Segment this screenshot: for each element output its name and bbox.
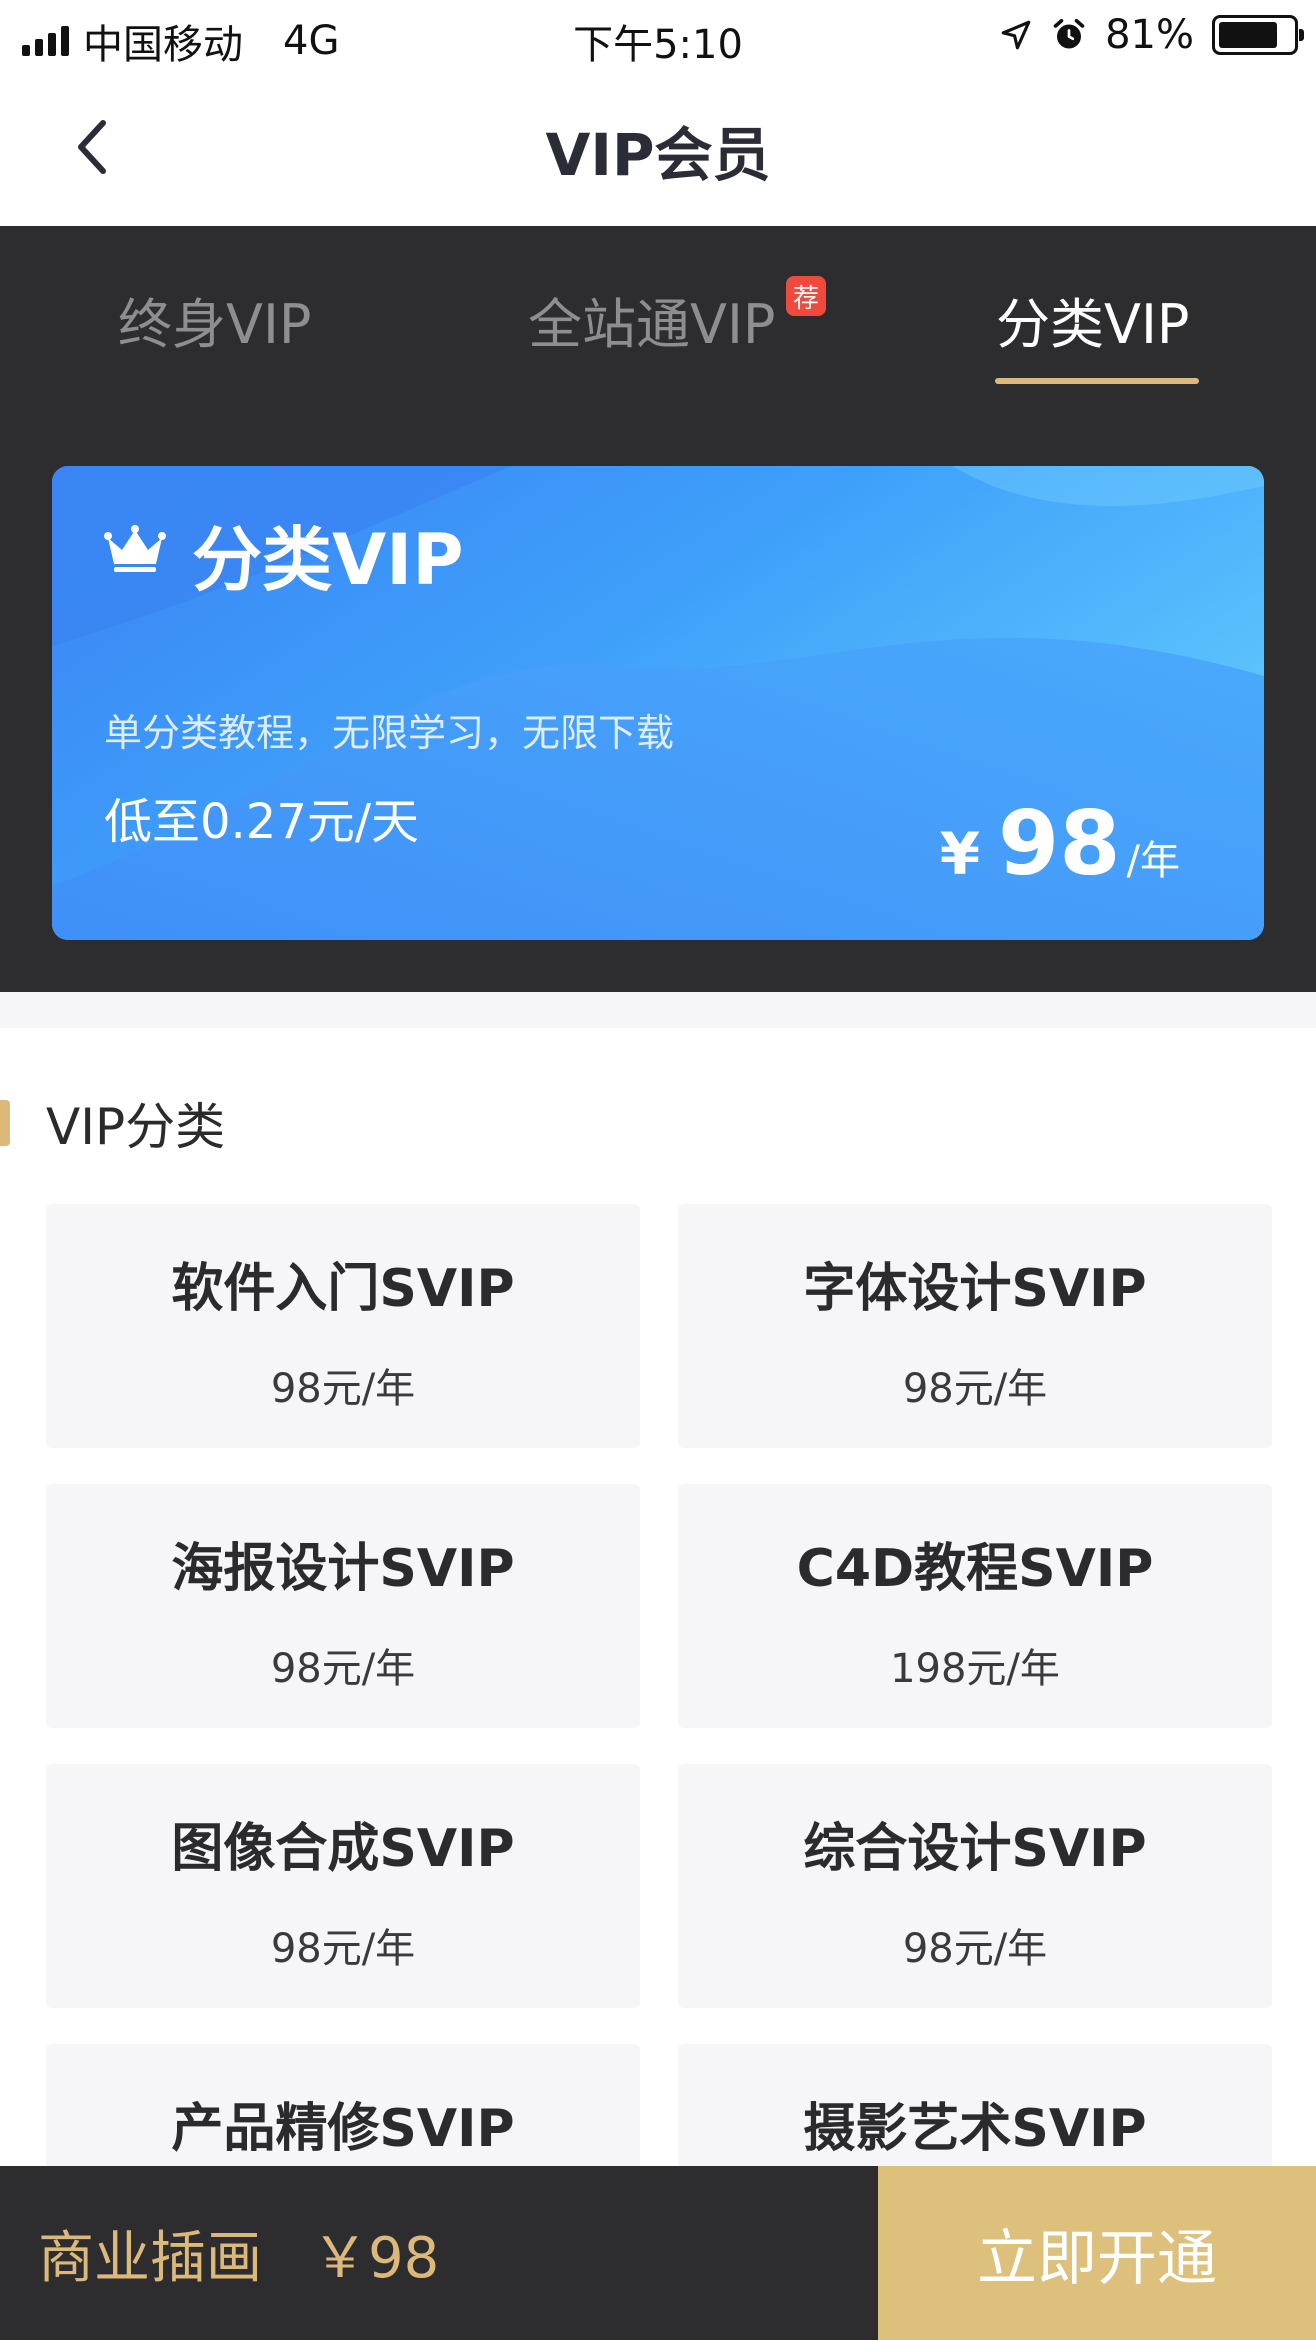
card-currency: ¥: [939, 820, 981, 888]
category-section: VIP分类 软件入门SVIP 98元/年 字体设计SVIP 98元/年 海报设计…: [0, 992, 1316, 2288]
section-accent-bar: [0, 1100, 10, 1146]
crown-icon: [104, 525, 166, 572]
battery-fill: [1219, 22, 1278, 48]
category-name: C4D教程SVIP: [796, 1539, 1154, 1599]
tab-site-vip[interactable]: 全站通VIP: [528, 280, 775, 359]
category-price: 98元/年: [270, 1366, 416, 1412]
category-card[interactable]: C4D教程SVIP 198元/年: [678, 1484, 1272, 1728]
card-description: 单分类教程，无限学习，无限下载: [104, 711, 675, 755]
section-divider: [0, 992, 1316, 1028]
purchase-bar: 商业插画 ￥98 立即开通: [0, 2166, 1316, 2340]
category-price: 98元/年: [902, 1366, 1048, 1412]
location-icon: [1001, 20, 1031, 50]
category-name: 字体设计SVIP: [803, 1259, 1147, 1319]
category-price: 98元/年: [270, 1926, 416, 1972]
nav-bar: VIP会员: [0, 72, 1316, 226]
section-title: VIP分类: [46, 1098, 226, 1156]
category-card[interactable]: 海报设计SVIP 98元/年: [46, 1484, 640, 1728]
category-name: 海报设计SVIP: [171, 1539, 515, 1599]
category-price: 98元/年: [902, 1926, 1048, 1972]
card-title: 分类VIP: [192, 519, 464, 601]
battery-percent: 81%: [1105, 12, 1194, 58]
card-daily-price: 低至0.27元/天: [104, 794, 420, 850]
card-price-unit: /年: [1126, 838, 1180, 884]
category-card[interactable]: 综合设计SVIP 98元/年: [678, 1764, 1272, 2008]
card-price-amount: 98: [998, 792, 1121, 895]
vip-card: 分类VIP 单分类教程，无限学习，无限下载 低至0.27元/天 ¥ 98 /年: [52, 466, 1264, 940]
selected-category: 商业插画: [38, 2225, 262, 2291]
status-right: 81%: [999, 12, 1304, 58]
category-price: 198元/年: [890, 1646, 1060, 1692]
category-name: 摄影艺术SVIP: [803, 2099, 1147, 2159]
category-name: 综合设计SVIP: [803, 1819, 1147, 1879]
alarm-icon: [1053, 18, 1085, 49]
category-name: 软件入门SVIP: [171, 1259, 515, 1319]
category-name: 图像合成SVIP: [171, 1819, 515, 1879]
card-price: ¥ 98 /年: [940, 792, 1180, 895]
section-header: VIP分类: [0, 1088, 225, 1158]
category-card[interactable]: 图像合成SVIP 98元/年: [46, 1764, 640, 2008]
subscribe-now-button[interactable]: 立即开通: [878, 2166, 1316, 2340]
category-card[interactable]: 软件入门SVIP 98元/年: [46, 1204, 640, 1448]
vip-tabs: 终身VIP 全站通VIP 荐 分类VIP: [0, 226, 1316, 396]
tab-lifetime-vip[interactable]: 终身VIP: [118, 280, 311, 359]
category-card[interactable]: 字体设计SVIP 98元/年: [678, 1204, 1272, 1448]
tab-active-indicator: [995, 378, 1199, 384]
category-name: 产品精修SVIP: [171, 2099, 515, 2159]
recommend-badge: 荐: [786, 276, 826, 316]
page-title: VIP会员: [545, 121, 771, 189]
purchase-summary: 商业插画 ￥98: [0, 2166, 878, 2340]
battery-icon: [1212, 15, 1304, 55]
selected-price: ￥98: [312, 2225, 440, 2291]
vip-header-area: 终身VIP 全站通VIP 荐 分类VIP 分类VIP 单分类教程，无限学习，无限…: [0, 226, 1316, 992]
status-bar: 中国移动 4G 下午5:10 81%: [0, 0, 1316, 72]
category-price: 98元/年: [270, 1646, 416, 1692]
tab-category-vip[interactable]: 分类VIP: [996, 280, 1189, 359]
